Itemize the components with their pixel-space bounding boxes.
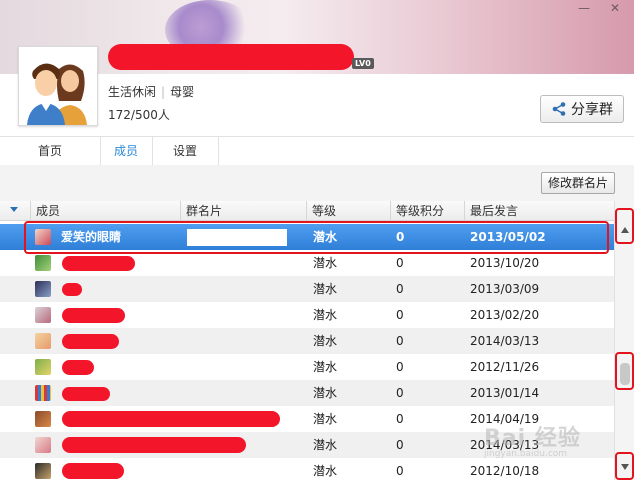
- member-level: 潜水: [313, 412, 338, 426]
- member-avatar: [35, 281, 51, 297]
- scroll-up-annotation: [615, 208, 634, 244]
- member-level: 潜水: [313, 308, 338, 322]
- category-label: 生活休闲: [108, 85, 157, 99]
- member-avatar: [35, 333, 51, 349]
- scroll-thumb-annotation: [615, 352, 634, 390]
- table-row[interactable]: 潜水 0 2013/02/20: [0, 302, 614, 328]
- group-avatar[interactable]: [18, 46, 98, 126]
- redacted-group-name: [108, 44, 354, 70]
- redacted-member-name: [62, 463, 124, 479]
- member-level: 潜水: [313, 438, 338, 452]
- baidu-jingyan-watermark: Bai 经验 jingyan.baidu.com: [484, 426, 581, 459]
- tab-settings[interactable]: 设置: [152, 137, 219, 165]
- member-avatar: [35, 307, 51, 323]
- member-points: 0: [396, 464, 404, 478]
- member-avatar: [35, 437, 51, 453]
- redacted-member-name: [62, 283, 82, 296]
- member-points: 0: [396, 360, 404, 374]
- edit-group-card-button[interactable]: 修改群名片: [541, 172, 615, 194]
- column-level[interactable]: 等级: [306, 201, 390, 221]
- member-last-message: 2013/02/20: [470, 308, 540, 322]
- redacted-member-name: [62, 360, 94, 375]
- redacted-member-name: [62, 437, 246, 453]
- member-points: 0: [396, 334, 404, 348]
- member-points: 0: [396, 438, 404, 452]
- member-count: 172/500人: [108, 108, 170, 122]
- column-last-message[interactable]: 最后发言: [464, 201, 614, 221]
- redacted-member-name: [62, 387, 110, 401]
- group-profile: 生活休闲 | 母婴 172/500人: [0, 46, 634, 136]
- redacted-member-name: [62, 308, 125, 323]
- minimize-button[interactable]: —: [573, 0, 595, 16]
- share-group-button[interactable]: 分享群: [540, 95, 624, 123]
- member-last-message: 2012/10/18: [470, 464, 540, 478]
- redacted-member-name: [62, 411, 280, 427]
- scroll-down-annotation: [615, 452, 634, 480]
- member-last-message: 2013/01/14: [470, 386, 540, 400]
- member-level: 潜水: [313, 334, 338, 348]
- member-avatar: [35, 385, 51, 401]
- column-member[interactable]: 成员: [30, 201, 180, 221]
- table-row[interactable]: 潜水 0 2013/01/14: [0, 380, 614, 406]
- table-row[interactable]: 潜水 0 2013/03/09: [0, 276, 614, 302]
- member-table-header: 成员 群名片 等级 等级积分 最后发言: [0, 201, 614, 221]
- tab-home[interactable]: 首页: [0, 137, 101, 165]
- member-avatar: [35, 255, 51, 271]
- member-level: 潜水: [313, 386, 338, 400]
- member-points: 0: [396, 282, 404, 296]
- sort-caret-icon[interactable]: [10, 207, 18, 212]
- member-last-message: 2013/03/09: [470, 282, 540, 296]
- member-avatar: [35, 359, 51, 375]
- member-avatar: [35, 411, 51, 427]
- member-points: 0: [396, 386, 404, 400]
- tab-members[interactable]: 成员: [100, 137, 153, 165]
- table-row[interactable]: 潜水 0 2012/10/18: [0, 458, 614, 480]
- level-badge: LV0: [352, 58, 374, 69]
- member-level: 潜水: [313, 360, 338, 374]
- member-points: 0: [396, 412, 404, 426]
- member-last-message: 2012/11/26: [470, 360, 540, 374]
- member-points: 0: [396, 308, 404, 322]
- column-level-points[interactable]: 等级积分: [390, 201, 464, 221]
- share-icon: [552, 102, 566, 116]
- couple-avatar-icon: [19, 47, 97, 125]
- subcategory-label: 母婴: [170, 85, 195, 99]
- group-tabs: 首页 成员 设置: [0, 136, 634, 166]
- member-level: 潜水: [313, 464, 338, 478]
- table-row[interactable]: 潜水 0 2014/03/13: [0, 328, 614, 354]
- group-category: 生活休闲 | 母婴: [108, 85, 195, 99]
- member-last-message: 2014/03/13: [470, 334, 540, 348]
- member-avatar: [35, 463, 51, 479]
- table-row[interactable]: 潜水 0 2012/11/26: [0, 354, 614, 380]
- column-group-card[interactable]: 群名片: [180, 201, 306, 221]
- members-toolbar: 修改群名片: [0, 165, 634, 201]
- member-level: 潜水: [313, 282, 338, 296]
- redacted-member-name: [62, 256, 135, 271]
- redacted-member-name: [62, 334, 119, 349]
- close-button[interactable]: ✕: [604, 0, 626, 16]
- highlight-annotation: [24, 221, 609, 254]
